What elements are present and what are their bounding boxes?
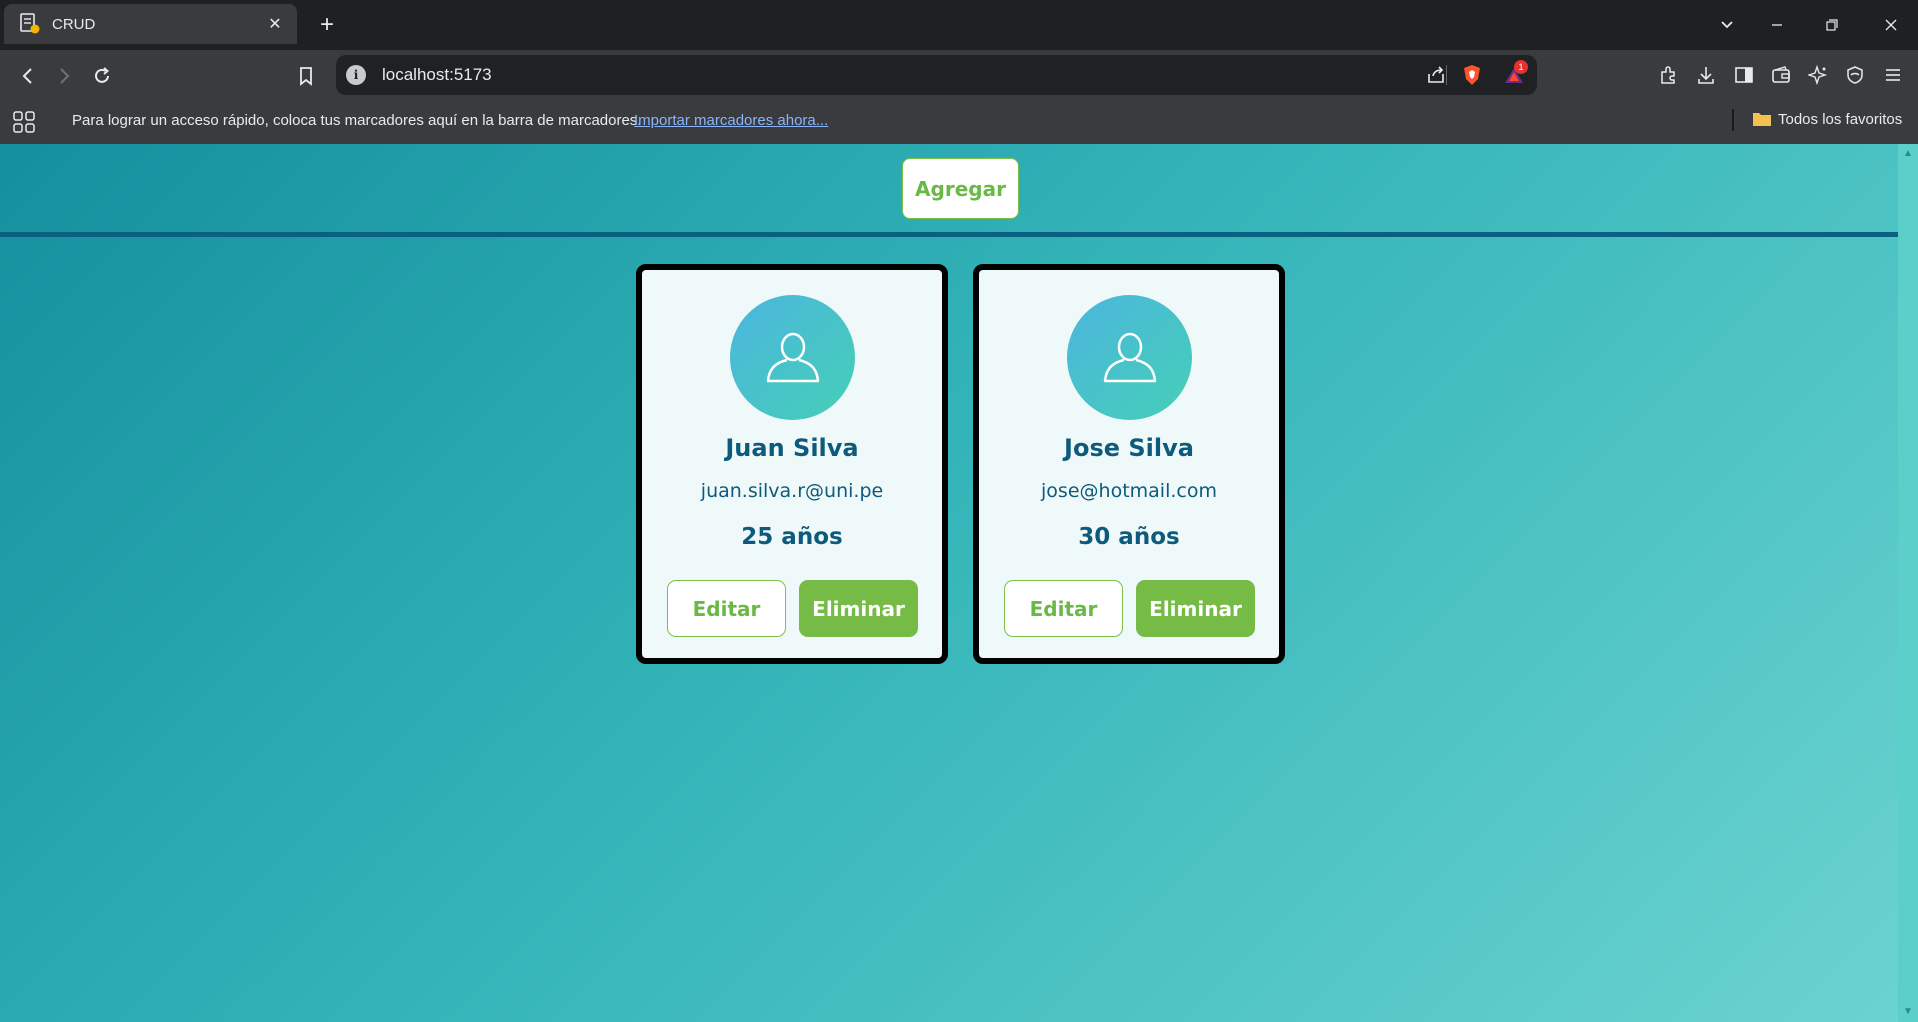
tab-title: CRUD xyxy=(52,15,96,33)
document-icon xyxy=(20,13,40,35)
page-viewport: Agregar Juan Silva juan.silva.r@uni.pe 2… xyxy=(0,144,1898,1022)
edit-user-button[interactable]: Editar xyxy=(1004,580,1123,637)
brave-shields-icon[interactable] xyxy=(1460,63,1484,87)
rewards-notification-badge: 1 xyxy=(1514,60,1528,74)
user-card: Juan Silva juan.silva.r@uni.pe 25 años E… xyxy=(636,264,948,664)
bookmark-icon[interactable] xyxy=(292,62,320,90)
restore-icon[interactable] xyxy=(1815,8,1849,42)
folder-icon xyxy=(1753,113,1771,126)
back-icon[interactable] xyxy=(14,62,42,90)
bookmarks-hint-text: Para lograr un acceso rápido, coloca tus… xyxy=(72,112,642,129)
page-header: Agregar xyxy=(0,144,1898,232)
site-info-icon[interactable]: i xyxy=(346,65,366,85)
scroll-down-icon[interactable]: ▼ xyxy=(1902,1006,1914,1018)
minimize-icon[interactable] xyxy=(1760,8,1794,42)
url-text[interactable]: localhost:5173 xyxy=(382,65,492,85)
close-window-icon[interactable] xyxy=(1874,8,1908,42)
address-bar[interactable]: i localhost:5173 1 xyxy=(336,55,1537,95)
user-icon xyxy=(766,332,819,382)
delete-user-button[interactable]: Eliminar xyxy=(799,580,918,637)
user-email: juan.silva.r@uni.pe xyxy=(700,480,884,502)
new-tab-button[interactable]: + xyxy=(312,10,342,40)
share-icon[interactable] xyxy=(1424,63,1448,87)
avatar xyxy=(1067,295,1192,420)
tab-strip: CRUD ✕ + xyxy=(0,0,1918,50)
wallet-icon[interactable] xyxy=(1769,63,1793,87)
user-name: Jose Silva xyxy=(1064,434,1194,462)
import-bookmarks-link[interactable]: Importar marcadores ahora... xyxy=(634,112,828,129)
scroll-up-icon[interactable]: ▲ xyxy=(1902,148,1914,160)
browser-tab[interactable]: CRUD ✕ xyxy=(4,4,297,44)
user-icon xyxy=(1103,332,1156,382)
close-tab-icon[interactable]: ✕ xyxy=(265,14,285,34)
tab-search-chevron-icon[interactable] xyxy=(1710,8,1744,42)
avatar xyxy=(730,295,855,420)
extensions-icon[interactable] xyxy=(1656,63,1680,87)
user-name: Juan Silva xyxy=(725,434,859,462)
leo-ai-icon[interactable] xyxy=(1806,63,1830,87)
apps-grid-icon[interactable] xyxy=(12,110,36,134)
bookmarks-bar: Para lograr un acceso rápido, coloca tus… xyxy=(0,100,1918,144)
sidebar-icon[interactable] xyxy=(1732,63,1756,87)
bookmarks-divider xyxy=(1732,109,1734,131)
menu-icon[interactable] xyxy=(1881,63,1905,87)
reload-icon[interactable] xyxy=(88,62,116,90)
delete-user-button[interactable]: Eliminar xyxy=(1136,580,1255,637)
user-email: jose@hotmail.com xyxy=(1041,480,1217,502)
header-divider xyxy=(0,232,1898,237)
forward-icon[interactable] xyxy=(50,62,78,90)
address-bar-divider xyxy=(1446,65,1447,85)
user-age: 30 años xyxy=(1078,524,1180,550)
vpn-shield-icon[interactable] xyxy=(1843,63,1867,87)
all-bookmarks-folder[interactable]: Todos los favoritos xyxy=(1752,110,1902,128)
edit-user-button[interactable]: Editar xyxy=(667,580,786,637)
add-user-button[interactable]: Agregar xyxy=(902,158,1019,219)
download-icon[interactable] xyxy=(1694,63,1718,87)
user-card: Jose Silva jose@hotmail.com 30 años Edit… xyxy=(973,264,1285,664)
all-bookmarks-label: Todos los favoritos xyxy=(1778,110,1903,128)
page-scrollbar[interactable]: ▲ ▼ xyxy=(1898,144,1918,1022)
browser-toolbar: i localhost:5173 1 xyxy=(0,50,1918,100)
user-age: 25 años xyxy=(741,524,843,550)
